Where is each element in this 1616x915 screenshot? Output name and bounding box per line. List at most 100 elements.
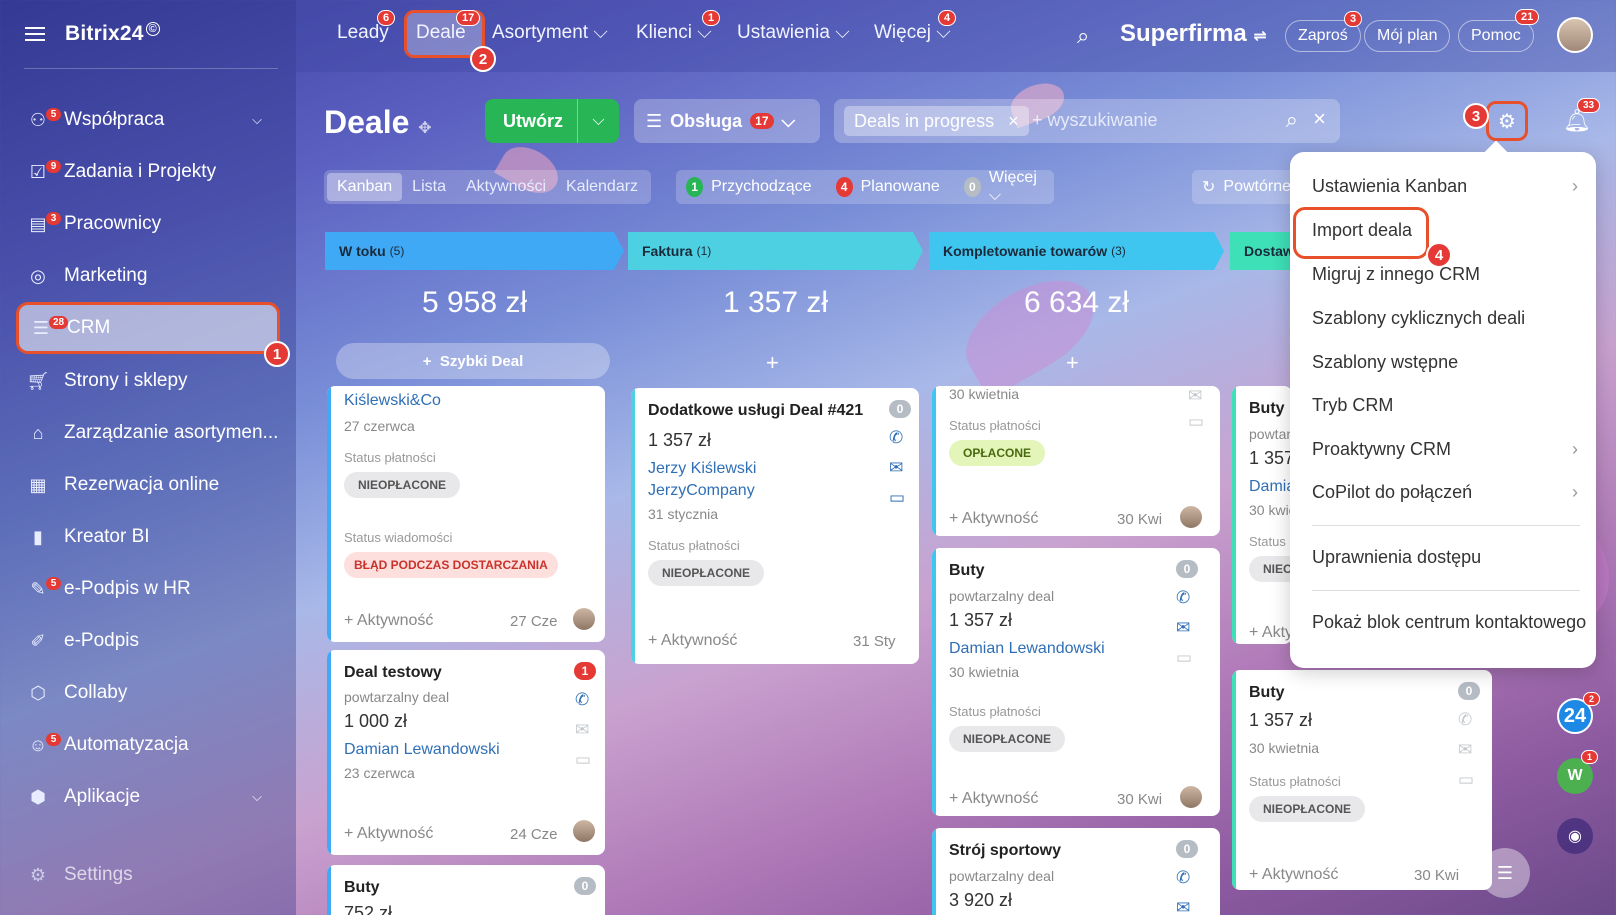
company-name[interactable]: Superfirma ⇌ xyxy=(1120,20,1267,48)
tab-kalendarz[interactable]: Kalendarz xyxy=(556,173,648,201)
close-icon[interactable]: × xyxy=(1008,111,1019,132)
sidebar-item-apps[interactable]: ⬢ Aplikacje ⌵ xyxy=(16,774,280,820)
add-activity-link[interactable]: + Aktywność xyxy=(1249,624,1292,642)
search-icon[interactable]: ⌕ xyxy=(1286,107,1298,133)
card-company[interactable]: JerzyCompany xyxy=(648,482,755,500)
menu-item-recurring-templates[interactable]: Szablony cyklicznych deali xyxy=(1312,308,1582,329)
sidebar-item-booking[interactable]: ▦ Rezerwacja online xyxy=(16,462,280,508)
add-deal-button[interactable]: + xyxy=(766,350,779,376)
menu-item-initial-templates[interactable]: Szablony wstępne xyxy=(1312,352,1582,373)
chat-icon[interactable]: ▭ xyxy=(1176,648,1192,668)
phone-icon[interactable]: ✆ xyxy=(1176,868,1190,888)
card-title[interactable]: Buty xyxy=(949,562,985,580)
add-activity-link[interactable]: + Aktywność xyxy=(949,510,1038,528)
user-avatar[interactable] xyxy=(1557,17,1593,53)
card-title[interactable]: Dodatkowe usługi Deal #421 xyxy=(648,402,863,420)
sidebar-item-settings[interactable]: ⚙ Settings xyxy=(16,852,280,898)
deal-card[interactable]: Buty 0 752 zł xyxy=(327,865,605,915)
sidebar-item-hr-sign[interactable]: ✎ 5 e-Podpis w HR xyxy=(16,566,280,612)
deal-card[interactable]: Dodatkowe usługi Deal #421 0 1 357 zł Je… xyxy=(631,388,919,664)
phone-icon[interactable]: ✆ xyxy=(575,690,589,710)
mail-icon[interactable]: ✉ xyxy=(1176,898,1190,915)
filter-chip[interactable]: Deals in progress × xyxy=(844,106,1029,136)
sidebar-item-employees[interactable]: ▤ 3 Pracownicy xyxy=(16,201,280,247)
deal-card[interactable]: Kiślewski&Co 27 czerwca Status płatności… xyxy=(327,386,605,642)
deal-card[interactable]: Buty 0 powtarzalny deal 1 357 zł Damian … xyxy=(932,548,1220,816)
sidebar-item-bi[interactable]: ▮ Kreator BI xyxy=(16,514,280,560)
create-button[interactable]: Utwórz ⌵ xyxy=(485,99,619,143)
pin-icon[interactable]: ✥ xyxy=(418,120,431,137)
card-title[interactable]: Deal testowy xyxy=(344,664,442,682)
chat-widget-icon[interactable]: ☰ xyxy=(1480,848,1530,898)
sidebar-item-crm[interactable]: ☰ 28 CRM xyxy=(16,302,280,354)
topnav-deale[interactable]: Deale 17 xyxy=(416,10,481,44)
card-avatar[interactable] xyxy=(573,608,595,630)
sidebar-item-sites[interactable]: 🛒︎ Strony i sklepy xyxy=(16,358,280,404)
add-deal-button[interactable]: + xyxy=(1066,350,1079,376)
card-avatar[interactable] xyxy=(1180,506,1202,528)
deal-card[interactable]: Buty 0 1 357 zł 30 kwietnia ✆ ✉ ▭ Status… xyxy=(1232,670,1492,890)
sidebar-item-automation[interactable]: ☺ 5 Automatyzacja xyxy=(16,722,280,768)
topnav-asortyment[interactable]: Asortyment ⌵ xyxy=(492,22,608,44)
chat-icon[interactable]: ▭ xyxy=(889,488,905,508)
tab-lista[interactable]: Lista xyxy=(402,173,456,201)
topnav-ustawienia[interactable]: Ustawienia ⌵ xyxy=(737,22,850,44)
phone-icon[interactable]: ✆ xyxy=(889,428,903,448)
settings-gear-button[interactable]: ⚙ xyxy=(1486,101,1528,141)
sidebar-item-wspolpraca[interactable]: ⚇ 5 Współpraca ⌵ xyxy=(16,97,280,143)
repeat-button[interactable]: ↻ Powtórne xyxy=(1192,170,1302,204)
chat-icon[interactable]: ▭ xyxy=(1188,412,1204,432)
add-activity-link[interactable]: + Aktywność xyxy=(1249,866,1338,884)
menu-burger-icon[interactable] xyxy=(25,27,45,41)
mail-icon[interactable]: ✉ xyxy=(889,458,903,478)
card-contact[interactable]: Jerzy Kiślewski xyxy=(648,460,756,478)
tab-aktywnosci[interactable]: Aktywności xyxy=(456,173,556,201)
menu-item-contact-center[interactable]: Pokaż blok centrum kontaktowego xyxy=(1312,612,1596,633)
deal-card[interactable]: 30 kwietnia ✉ ▭ Status płatności OPŁACON… xyxy=(932,386,1220,536)
tab-kanban[interactable]: Kanban xyxy=(327,173,403,201)
search-icon[interactable]: ⌕ xyxy=(1077,23,1089,49)
topnav-wiecej[interactable]: Więcej ⌵ 4 xyxy=(874,10,957,44)
sidebar-item-sign[interactable]: ✐ e-Podpis xyxy=(16,618,280,664)
column-header-w-toku[interactable]: W toku (5) xyxy=(325,232,624,270)
mail-icon[interactable]: ✉ xyxy=(1188,386,1202,406)
menu-item-access-rights[interactable]: Uprawnienia dostępu xyxy=(1312,547,1582,568)
card-avatar[interactable] xyxy=(573,820,595,842)
w-widget-button[interactable]: W1 xyxy=(1557,750,1599,794)
topnav-klienci[interactable]: Klienci ⌵ 1 xyxy=(636,10,721,44)
counter-incoming[interactable]: Przychodzące xyxy=(711,178,812,196)
sidebar-item-collaby[interactable]: ⬡ Collaby xyxy=(16,670,280,716)
invite-button[interactable]: Zaproś 3 xyxy=(1285,11,1363,52)
add-activity-link[interactable]: + Aktywność xyxy=(949,790,1038,808)
card-contact[interactable]: Damian Lewandowski xyxy=(949,640,1105,658)
deal-card[interactable]: Strój sportowy 0 powtarzalny deal 3 920 … xyxy=(932,828,1220,915)
topnav-leady[interactable]: Leady 6 xyxy=(337,10,396,44)
mail-icon[interactable]: ✉ xyxy=(575,720,589,740)
card-avatar[interactable] xyxy=(1180,786,1202,808)
card-title[interactable]: Buty xyxy=(1249,400,1285,418)
deal-card[interactable]: Deal testowy 1 powtarzalny deal 1 000 zł… xyxy=(327,650,605,855)
menu-item-migrate-crm[interactable]: Migruj z innego CRM xyxy=(1312,264,1582,285)
b24-widget-button[interactable]: 24 2 xyxy=(1557,692,1601,734)
card-title[interactable]: Buty xyxy=(1249,684,1285,702)
sidebar-item-tasks[interactable]: ☑ 9 Zadania i Projekty xyxy=(16,149,280,195)
card-contact[interactable]: Damian Lewandowski xyxy=(1249,478,1292,496)
add-activity-link[interactable]: + Aktywność xyxy=(344,612,433,630)
card-title[interactable]: Buty xyxy=(344,879,380,897)
phone-icon[interactable]: ✆ xyxy=(1176,588,1190,608)
menu-item-import-deal[interactable]: Import deala xyxy=(1312,220,1582,241)
app-logo[interactable]: Bitrix24 © xyxy=(65,22,160,46)
sidebar-item-marketing[interactable]: ◎ Marketing xyxy=(16,253,280,299)
menu-item-copilot[interactable]: CoPilot do połączeń › xyxy=(1312,482,1582,503)
card-contact[interactable]: Damian Lewandowski xyxy=(344,741,500,759)
counter-planned[interactable]: Planowane xyxy=(861,178,940,196)
help-button[interactable]: Pomoc 21 xyxy=(1458,9,1540,52)
bell-icon[interactable]: 🔔︎ 33 xyxy=(1563,98,1601,134)
card-title[interactable]: Strój sportowy xyxy=(949,842,1061,860)
my-plan-button[interactable]: Mój plan xyxy=(1364,20,1451,52)
chat-icon[interactable]: ▭ xyxy=(575,750,591,770)
mail-icon[interactable]: ✉ xyxy=(1458,740,1472,760)
chevron-down-icon[interactable]: ⌵ xyxy=(577,99,619,143)
search-input[interactable]: + wyszukiwanie xyxy=(1032,110,1158,131)
counter-more[interactable]: Więcej ⌵ xyxy=(989,169,1044,205)
